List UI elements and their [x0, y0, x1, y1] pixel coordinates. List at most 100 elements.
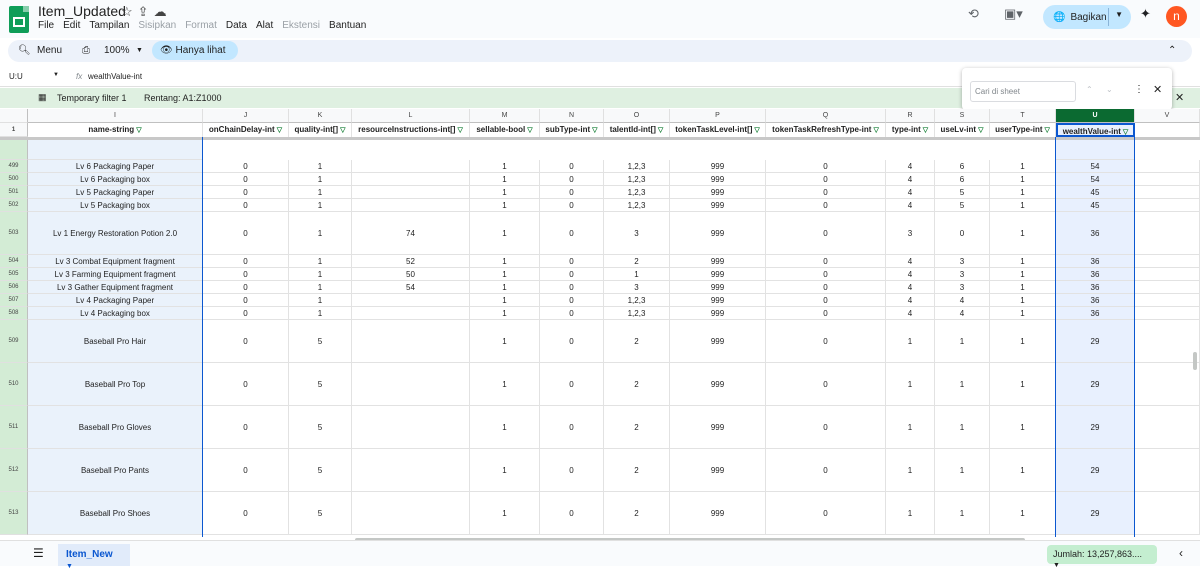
table-cell[interactable]: 2 — [604, 406, 670, 449]
table-cell[interactable]: 0 — [766, 173, 886, 186]
table-cell[interactable]: 1,2,3 — [604, 199, 670, 212]
name-box[interactable]: U:U — [9, 72, 23, 81]
table-cell[interactable]: Baseball Pro Hair — [28, 320, 203, 363]
table-cell[interactable]: 999 — [670, 307, 766, 320]
table-cell[interactable]: 45 — [1056, 199, 1135, 212]
table-cell[interactable]: 1 — [990, 281, 1056, 294]
table-cell[interactable]: 1 — [990, 186, 1056, 199]
table-cell[interactable]: 0 — [766, 212, 886, 255]
table-cell[interactable]: 5 — [289, 406, 352, 449]
table-cell[interactable]: 0 — [203, 294, 289, 307]
table-cell[interactable]: 3 — [935, 268, 990, 281]
table-cell[interactable]: 29 — [1056, 363, 1135, 406]
table-cell[interactable] — [1135, 173, 1200, 186]
table-cell[interactable]: 999 — [670, 281, 766, 294]
header-cell-n[interactable]: subType-int ▽ — [540, 123, 604, 137]
column-header-r[interactable]: R — [886, 109, 935, 123]
table-cell[interactable]: 999 — [670, 160, 766, 173]
table-cell[interactable]: 0 — [540, 492, 604, 535]
table-cell[interactable]: 0 — [935, 212, 990, 255]
table-cell[interactable]: 0 — [203, 320, 289, 363]
table-cell[interactable] — [1135, 199, 1200, 212]
formula-content[interactable]: wealthValue-int — [88, 72, 142, 81]
header-cell-m[interactable]: sellable-bool ▽ — [470, 123, 540, 137]
table-cell[interactable]: 0 — [203, 199, 289, 212]
table-cell[interactable]: 29 — [1056, 406, 1135, 449]
header-cell-v[interactable] — [1135, 123, 1200, 137]
table-cell[interactable]: 2 — [604, 320, 670, 363]
table-cell[interactable]: 0 — [540, 199, 604, 212]
filter-dropdown-icon[interactable]: ▽ — [592, 127, 597, 134]
column-header-t[interactable]: T — [990, 109, 1056, 123]
table-cell[interactable]: 0 — [766, 492, 886, 535]
table-cell[interactable]: 52 — [352, 255, 470, 268]
table-cell[interactable] — [352, 173, 470, 186]
filter-dropdown-icon[interactable]: ▽ — [873, 127, 878, 134]
table-cell[interactable]: Lv 6 Packaging box — [28, 173, 203, 186]
table-cell[interactable]: 0 — [203, 492, 289, 535]
table-cell[interactable]: 4 — [886, 307, 935, 320]
table-cell[interactable]: 1 — [935, 320, 990, 363]
table-cell[interactable] — [1135, 320, 1200, 363]
table-cell[interactable] — [1135, 281, 1200, 294]
table-cell[interactable]: 1 — [990, 406, 1056, 449]
zoom-select[interactable]: 100% — [104, 45, 130, 56]
table-cell[interactable]: 5 — [935, 199, 990, 212]
menu-bantuan[interactable]: Bantuan — [329, 20, 366, 31]
menu-search-label[interactable]: Menu — [37, 45, 62, 56]
table-cell[interactable] — [352, 320, 470, 363]
table-cell[interactable]: 36 — [1056, 255, 1135, 268]
table-cell[interactable]: 0 — [203, 281, 289, 294]
table-cell[interactable]: 0 — [203, 212, 289, 255]
table-cell[interactable]: Lv 6 Packaging Paper — [28, 160, 203, 173]
table-cell[interactable]: 4 — [886, 255, 935, 268]
table-cell[interactable]: 0 — [766, 363, 886, 406]
table-cell[interactable]: 1 — [470, 160, 540, 173]
header-cell-j[interactable]: onChainDelay-int ▽ — [203, 123, 289, 137]
select-all-corner[interactable] — [0, 109, 28, 123]
table-cell[interactable]: 1,2,3 — [604, 307, 670, 320]
table-cell[interactable]: 1 — [935, 449, 990, 492]
table-cell[interactable]: 0 — [766, 294, 886, 307]
table-cell[interactable]: Lv 5 Packaging box — [28, 199, 203, 212]
table-cell[interactable]: 1 — [886, 492, 935, 535]
column-header-n[interactable]: N — [540, 109, 604, 123]
table-cell[interactable] — [352, 294, 470, 307]
column-header-q[interactable]: Q — [766, 109, 886, 123]
table-cell[interactable]: 1 — [470, 199, 540, 212]
table-cell[interactable] — [352, 160, 470, 173]
table-cell[interactable]: 54 — [1056, 160, 1135, 173]
table-cell[interactable]: 0 — [540, 406, 604, 449]
filter-dropdown-icon[interactable]: ▽ — [457, 127, 462, 134]
column-header-u[interactable]: U — [1056, 109, 1135, 123]
row-header-508[interactable]: 508 — [0, 307, 28, 320]
header-cell-u[interactable]: wealthValue-int ▽ — [1056, 123, 1135, 137]
table-cell[interactable] — [352, 363, 470, 406]
table-cell[interactable]: 5 — [289, 449, 352, 492]
table-cell[interactable]: 1 — [990, 268, 1056, 281]
table-cell[interactable] — [1135, 294, 1200, 307]
table-cell[interactable]: 0 — [540, 160, 604, 173]
table-cell[interactable]: 1 — [990, 199, 1056, 212]
table-cell[interactable]: 29 — [1056, 320, 1135, 363]
table-cell[interactable]: 1 — [470, 186, 540, 199]
table-cell[interactable]: 1 — [470, 307, 540, 320]
zoom-dropdown-icon[interactable]: ▼ — [136, 47, 143, 54]
table-cell[interactable]: 1 — [289, 173, 352, 186]
table-cell[interactable]: 1 — [990, 492, 1056, 535]
menu-sisipkan[interactable]: Sisipkan — [138, 20, 176, 31]
table-cell[interactable]: 999 — [670, 268, 766, 281]
header-cell-l[interactable]: resourceInstructions-int[] ▽ — [352, 123, 470, 137]
table-cell[interactable]: 1,2,3 — [604, 160, 670, 173]
column-header-s[interactable]: S — [935, 109, 990, 123]
table-cell[interactable]: 1 — [990, 212, 1056, 255]
table-cell[interactable]: Baseball Pro Pants — [28, 449, 203, 492]
header-cell-s[interactable]: useLv-int ▽ — [935, 123, 990, 137]
table-cell[interactable]: 0 — [203, 268, 289, 281]
filter-dropdown-icon[interactable]: ▽ — [754, 127, 759, 134]
table-cell[interactable]: 1 — [604, 268, 670, 281]
table-cell[interactable]: 1 — [990, 320, 1056, 363]
table-cell[interactable]: 999 — [670, 320, 766, 363]
table-cell[interactable]: 0 — [203, 307, 289, 320]
table-cell[interactable]: 0 — [766, 449, 886, 492]
